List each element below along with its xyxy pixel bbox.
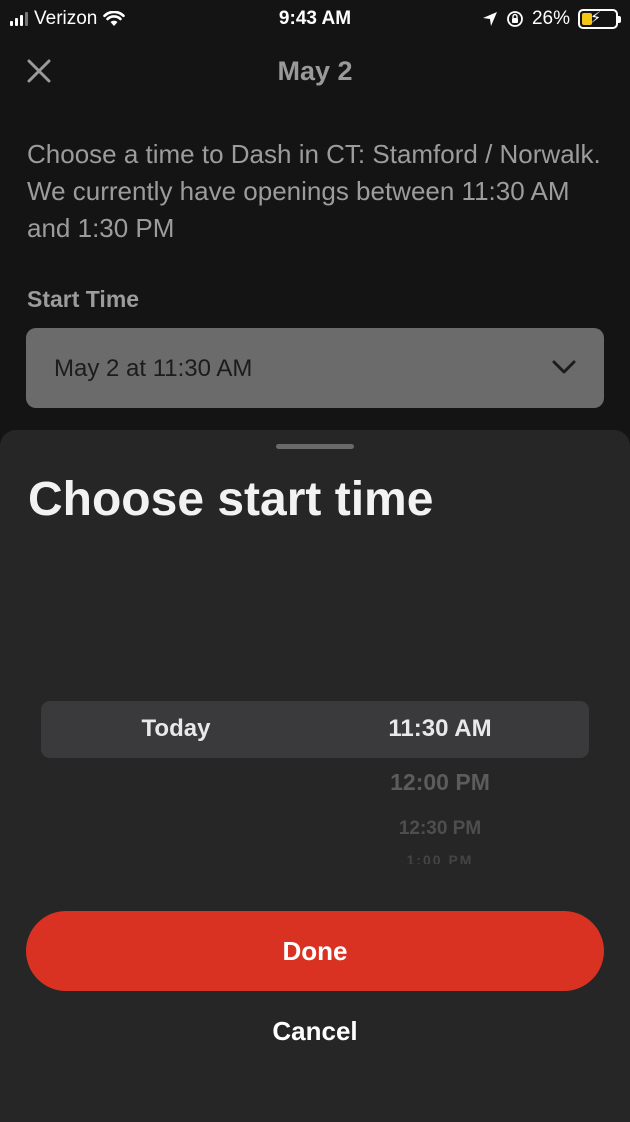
start-time-select[interactable]: May 2 at 11:30 AM <box>26 328 604 408</box>
orientation-lock-icon <box>507 11 523 27</box>
location-arrow-icon <box>482 12 497 26</box>
picker-time-option[interactable]: 12:00 PM <box>320 769 560 796</box>
sheet-title: Choose start time <box>28 473 434 526</box>
battery-icon: ⚡ <box>578 9 621 29</box>
picker-time-option[interactable]: 1:00 PM <box>320 852 560 864</box>
battery-percent: 26% <box>531 8 570 29</box>
status-right: 26% ⚡ <box>482 8 621 30</box>
page-title: May 2 <box>277 56 353 86</box>
status-bar: Verizon 9:43 AM 26% ⚡ <box>0 0 630 40</box>
bottom-sheet: Choose start time Today 11:30 AM 12:00 P… <box>0 430 630 1122</box>
picker-day-option[interactable]: Today <box>41 715 311 743</box>
done-button[interactable]: Done <box>26 911 604 991</box>
sheet-drag-handle[interactable] <box>276 444 354 449</box>
intro-text: Choose a time to Dash in CT: Stamford / … <box>27 139 601 243</box>
picker-time-option[interactable]: 12:30 PM <box>320 818 560 840</box>
cancel-button[interactable]: Cancel <box>0 1016 630 1047</box>
start-time-label: Start Time <box>27 286 140 312</box>
start-time-value: May 2 at 11:30 AM <box>54 355 253 382</box>
chevron-down-icon <box>552 360 576 374</box>
picker-time-option-selected[interactable]: 11:30 AM <box>320 715 560 743</box>
